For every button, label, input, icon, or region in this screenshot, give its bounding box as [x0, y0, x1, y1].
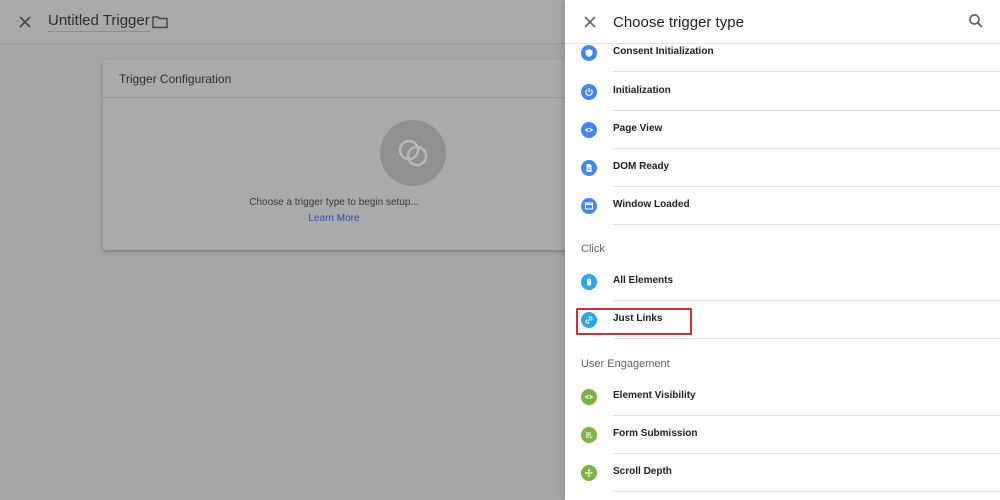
section-header-user-engagement: User Engagement [581, 358, 670, 370]
divider [613, 224, 1000, 225]
section-header-click: Click [581, 243, 605, 255]
trigger-label: DOM Ready [613, 161, 670, 172]
divider [613, 491, 1000, 492]
trigger-label: All Elements [613, 275, 674, 286]
trigger-type-panel: Choose trigger type Consent Initializati… [565, 0, 1000, 500]
close-icon[interactable] [16, 13, 34, 31]
divider [613, 71, 1000, 72]
power-icon [581, 84, 597, 100]
document-icon [581, 160, 597, 176]
highlight-box [576, 308, 692, 335]
trigger-configuration-card[interactable]: Trigger Configuration Choose a trigger t… [103, 60, 565, 250]
eye-icon [581, 389, 597, 405]
trigger-page-view[interactable]: Page View [565, 111, 1000, 149]
search-icon[interactable] [967, 12, 985, 30]
mouse-icon [581, 274, 597, 290]
trigger-label: Initialization [613, 85, 671, 96]
card-header: Trigger Configuration [103, 60, 565, 98]
trigger-all-elements[interactable]: All Elements [565, 263, 1000, 301]
folder-icon[interactable] [151, 13, 169, 31]
trigger-initialization[interactable]: Initialization [565, 73, 1000, 111]
panel-title: Choose trigger type [613, 14, 744, 31]
editor-topbar: Untitled Trigger [0, 0, 565, 44]
trigger-element-visibility[interactable]: Element Visibility [565, 378, 1000, 416]
form-icon [581, 427, 597, 443]
trigger-placeholder-icon[interactable] [380, 120, 446, 186]
trigger-consent-initialization[interactable]: Consent Initialization [565, 34, 1000, 72]
shield-icon [581, 45, 597, 61]
trigger-label: Window Loaded [613, 199, 690, 210]
trigger-label: Form Submission [613, 428, 698, 439]
trigger-label: Scroll Depth [613, 466, 672, 477]
trigger-dom-ready[interactable]: DOM Ready [565, 149, 1000, 187]
trigger-label: Page View [613, 123, 663, 134]
trigger-label: Consent Initialization [613, 46, 714, 57]
eye-icon [581, 122, 597, 138]
move-icon [581, 465, 597, 481]
learn-more-link[interactable]: Learn More [24, 213, 644, 224]
trigger-name-field[interactable]: Untitled Trigger [48, 12, 150, 32]
divider [613, 338, 1000, 339]
card-message: Choose a trigger type to begin setup... [249, 197, 419, 208]
trigger-label: Element Visibility [613, 390, 696, 401]
trigger-window-loaded[interactable]: Window Loaded [565, 187, 1000, 225]
trigger-scroll-depth[interactable]: Scroll Depth [565, 454, 1000, 492]
window-icon [581, 198, 597, 214]
close-icon[interactable] [582, 14, 598, 30]
trigger-form-submission[interactable]: Form Submission [565, 416, 1000, 454]
